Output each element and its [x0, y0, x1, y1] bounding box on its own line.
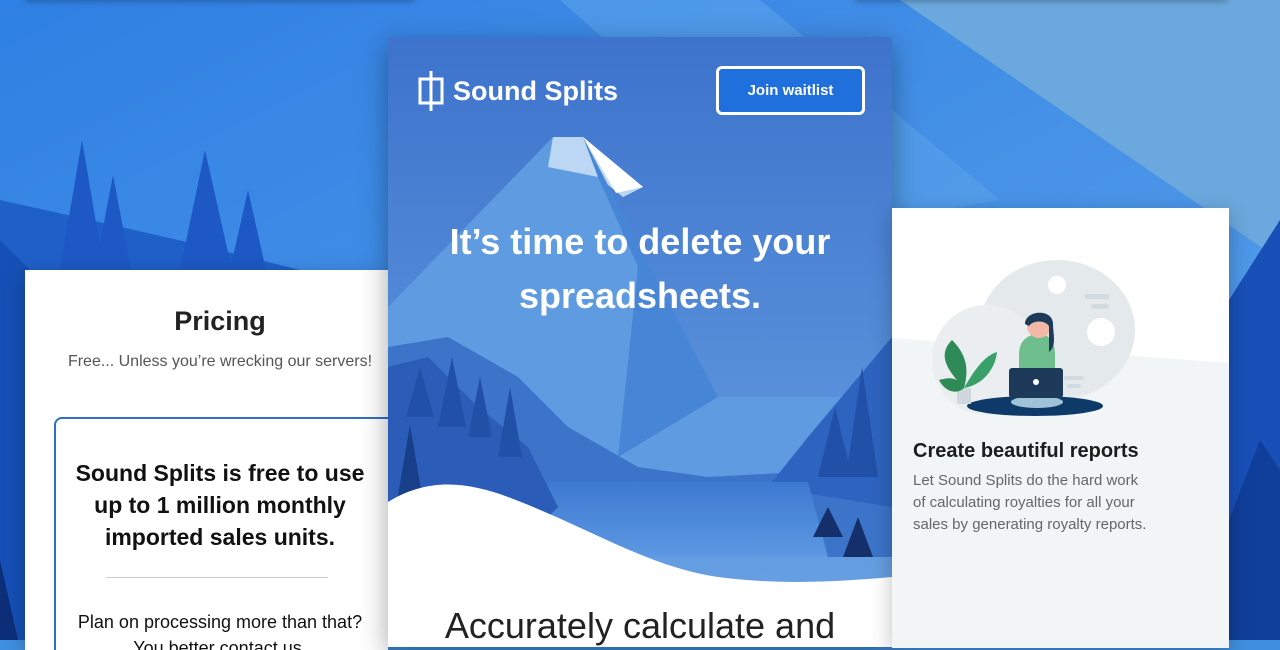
- brand-name: Sound Splits: [453, 75, 618, 106]
- join-waitlist-button[interactable]: Join waitlist: [716, 66, 865, 115]
- feature-title: Create beautiful reports: [913, 440, 1139, 462]
- pricing-title: Pricing: [174, 306, 266, 336]
- feature-description: Let Sound Splits do the hard work of cal…: [913, 472, 1147, 533]
- brand-logo[interactable]: Sound Splits: [418, 71, 618, 111]
- plan-divider: [106, 577, 328, 578]
- hero-subheadline: Accurately calculate and: [444, 605, 836, 646]
- hero-headline: It’s time to delete your spreadsheets.: [449, 221, 831, 316]
- free-plan-box: Sound Splits is free to use up to 1 mill…: [54, 417, 388, 650]
- sound-splits-logo-icon: [418, 71, 444, 111]
- plan-more-text: Plan on processing more than that? You b…: [77, 612, 363, 650]
- plan-headline: Sound Splits is free to use up to 1 mill…: [75, 460, 365, 550]
- hero-card: Sound Splits Join waitlist It’s time to …: [388, 37, 892, 647]
- pricing-card: Pricing Free... Unless you’re wrecking o…: [25, 270, 388, 650]
- reports-feature-card: Create beautiful reports Let Sound Split…: [892, 208, 1229, 648]
- mountain-landscape-illustration: [388, 37, 892, 647]
- pricing-subtitle: Free... Unless you’re wrecking our serve…: [67, 353, 373, 370]
- woman-with-laptop-illustration: [932, 260, 1135, 416]
